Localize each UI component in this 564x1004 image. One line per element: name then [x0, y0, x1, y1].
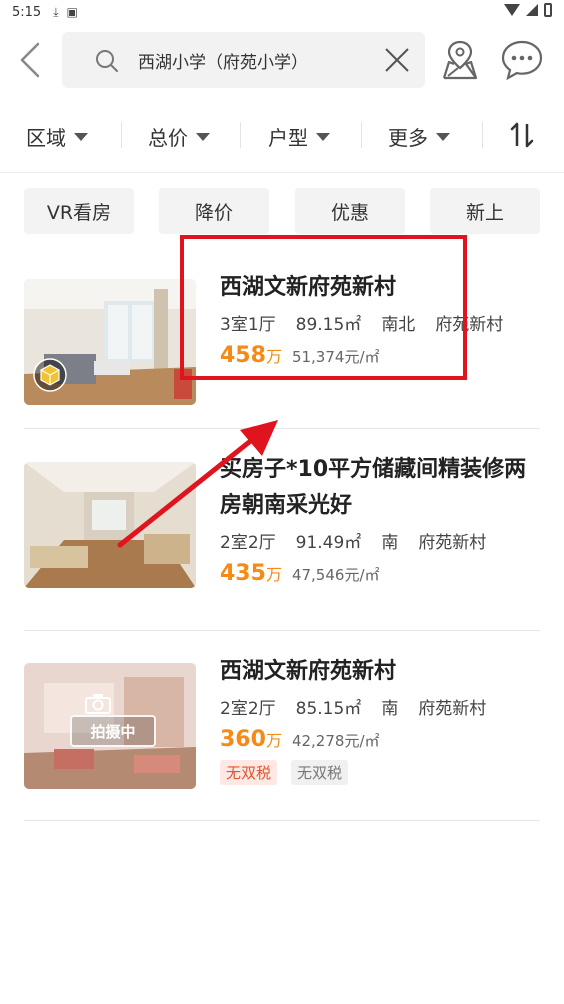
filter-label: 总价 [148, 125, 188, 150]
filter-divider [240, 122, 241, 148]
listing-price-unit: 万 [265, 731, 282, 750]
search-input[interactable]: 西湖小学（府苑小学） [62, 32, 425, 88]
listing-title: 买房子*10平方储藏间精装修两房朝南采光好 [220, 457, 527, 518]
quick-tags: VR看房 降价 优惠 新上 [24, 188, 540, 234]
caret-down-icon [74, 133, 88, 141]
listing-info: 西湖文新府苑新村 2室2厅 85.15㎡南府苑新村 360 万 42,278元/㎡… [220, 654, 544, 785]
status-bar: 5:15 ⤓ ▣ [0, 0, 564, 24]
filter-divider [361, 122, 362, 148]
wifi-icon [504, 4, 520, 16]
listing-price: 360 [220, 727, 266, 752]
sort-button[interactable] [505, 118, 541, 152]
download-icon: ⤓ [53, 4, 59, 19]
filter-divider [121, 122, 122, 148]
listing-meta: 2室2厅 91.49㎡南府苑新村 [220, 528, 544, 553]
listing-area: 91.49㎡ [295, 533, 362, 553]
price-row: 435 万 47,546元/㎡ [220, 561, 544, 586]
filter-label: 户型 [268, 125, 308, 150]
highlight-box [180, 235, 467, 380]
header: 西湖小学（府苑小学） [0, 30, 564, 90]
listing-community: 府苑新村 [418, 533, 487, 553]
chat-bubble-icon [501, 40, 543, 81]
caret-down-icon [316, 133, 330, 141]
listing-badges: 无双税 无双税 [220, 760, 544, 785]
tag-discount[interactable]: 优惠 [295, 188, 405, 234]
tax-free-badge: 无双税 [220, 760, 278, 785]
listing-community: 府苑新村 [418, 699, 487, 719]
listing-unit-price: 47,546元/㎡ [291, 566, 380, 584]
listing-divider [24, 820, 540, 821]
message-button[interactable] [500, 38, 544, 82]
map-button[interactable] [440, 38, 480, 82]
listing-divider [24, 630, 540, 631]
filter-bar: 区域 总价 户型 更多 [0, 108, 564, 164]
filter-divider-line [0, 172, 564, 173]
tag-new[interactable]: 新上 [430, 188, 540, 234]
listing-layout: 2室2厅 [220, 533, 276, 553]
listing-orientation: 南 [381, 699, 399, 719]
signal-icon [526, 4, 538, 16]
listing-photo [24, 462, 196, 588]
status-time: 5:15 [12, 4, 42, 20]
listing-area: 85.15㎡ [295, 699, 362, 719]
filter-label: 更多 [388, 125, 428, 150]
room-photo-icon [24, 462, 196, 588]
notification-icon: ▣ [66, 5, 78, 19]
status-indicators [504, 3, 552, 17]
shooting-overlay: 拍摄中 [70, 715, 156, 747]
filter-layout[interactable]: 户型 [268, 121, 330, 151]
filter-region[interactable]: 区域 [26, 121, 88, 151]
close-icon[interactable] [383, 46, 411, 74]
listing-item[interactable]: 拍摄中 西湖文新府苑新村 2室2厅 85.15㎡南府苑新村 360 万 42,27… [24, 654, 540, 814]
listing-layout: 2室2厅 [220, 699, 276, 719]
listing-price: 435 [220, 561, 266, 586]
back-button[interactable] [14, 38, 54, 82]
listing-divider [24, 428, 540, 429]
tax-free-badge: 无双税 [291, 760, 349, 785]
map-pin-icon [442, 40, 478, 80]
listing-meta: 2室2厅 85.15㎡南府苑新村 [220, 694, 544, 719]
price-row: 360 万 42,278元/㎡ [220, 727, 544, 752]
listing-price-unit: 万 [265, 565, 282, 584]
vr-cube-icon [33, 358, 67, 392]
shooting-label: 拍摄中 [90, 722, 136, 741]
tag-price-drop[interactable]: 降价 [159, 188, 269, 234]
sort-toggle-icon [510, 122, 534, 148]
listing-title: 西湖文新府苑新村 [220, 659, 397, 684]
listing-unit-price: 42,278元/㎡ [291, 732, 380, 750]
listing-item[interactable]: 买房子*10平方储藏间精装修两房朝南采光好 2室2厅 91.49㎡南府苑新村 43… [24, 452, 540, 612]
filter-label: 区域 [26, 125, 66, 150]
listing-photo [24, 279, 196, 405]
filter-more[interactable]: 更多 [388, 121, 450, 151]
battery-icon [544, 3, 552, 17]
search-query: 西湖小学（府苑小学） [138, 53, 308, 73]
tag-vr[interactable]: VR看房 [24, 188, 134, 234]
caret-down-icon [436, 133, 450, 141]
back-arrow-icon [20, 42, 40, 78]
listing-orientation: 南 [381, 533, 399, 553]
camera-icon [85, 694, 111, 714]
listing-info: 买房子*10平方储藏间精装修两房朝南采光好 2室2厅 91.49㎡南府苑新村 43… [220, 452, 544, 586]
caret-down-icon [196, 133, 210, 141]
search-icon [96, 50, 118, 72]
filter-total-price[interactable]: 总价 [148, 121, 210, 151]
filter-divider [482, 122, 483, 148]
listing-photo: 拍摄中 [24, 663, 196, 789]
